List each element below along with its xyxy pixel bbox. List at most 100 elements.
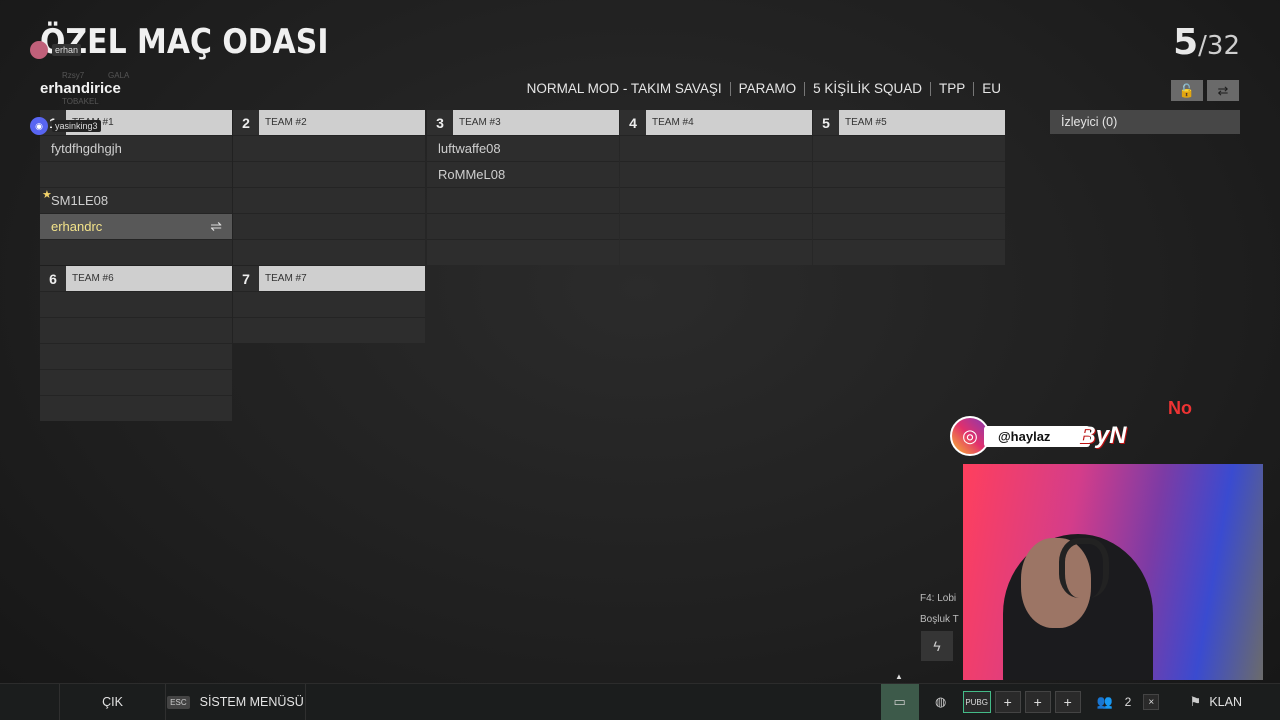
chat-hint-lobby: F4: Lobi [920,593,957,604]
team-slot[interactable] [233,161,425,187]
team-slot[interactable] [427,213,619,239]
team-slot[interactable] [620,213,812,239]
team-4: 4 TEAM #4 [620,110,812,265]
team-slot[interactable] [813,135,1005,161]
team-slot[interactable] [620,239,812,265]
esc-key: ESC [167,695,190,709]
player-name: erhandrc [51,219,103,234]
team-2: 2 TEAM #2 [233,110,425,265]
lock-open-icon: 🔓 [1178,82,1196,98]
player-name: SM1LE08 [51,193,109,208]
bottom-spacer [0,683,60,720]
chat-button[interactable]: ▭ [880,683,919,720]
team-slot[interactable] [40,291,232,317]
clan-icon[interactable]: ⚑ [1181,688,1209,716]
team-slot[interactable] [40,369,232,395]
team-name[interactable]: TEAM #2 [259,110,425,135]
team-slot[interactable]: RoMMeL08 [427,161,619,187]
discord-overlay: ◉ yasinking3 [30,117,101,135]
add-friend-slot-3[interactable]: + [1054,691,1081,713]
squad-label: 5 KİŞİLİK SQUAD [813,81,922,96]
team-slot-current-player[interactable]: erhandrc ⇌ [40,213,232,239]
discord-icon: ◉ [30,117,48,135]
team-slot[interactable] [813,161,1005,187]
spectator-slot[interactable]: İzleyici (0) [1050,110,1240,134]
team-slot[interactable] [233,291,425,317]
swap-button[interactable]: ⇄ [1207,80,1239,101]
team-3: 3 TEAM #3 luftwaffe08 RoMMeL08 [427,110,619,265]
team-slot[interactable]: ★ SM1LE08 [40,187,232,213]
clan-button[interactable]: KLAN [1209,695,1242,709]
team-name[interactable]: TEAM #6 [66,266,232,291]
team-name[interactable]: TEAM #5 [839,110,1005,135]
swap-icon[interactable]: ⇌ [210,218,222,235]
team-6: 6 TEAM #6 [40,266,232,421]
close-icon[interactable]: × [1143,694,1160,710]
team-slot[interactable] [233,135,425,161]
exit-button[interactable]: ÇIK [60,683,166,720]
add-friend-slot-2[interactable]: + [1024,691,1051,713]
webcam-feed [963,464,1263,680]
ghost-line-2: GALA [108,71,130,80]
team-slot[interactable] [813,239,1005,265]
team-slot[interactable] [620,161,812,187]
avatar [30,41,48,59]
leader-star-icon: ★ [42,189,52,201]
globe-icon: ◍ [934,694,947,709]
team-slot[interactable] [813,213,1005,239]
team-slot[interactable]: fytdfhgdhgjh [40,135,232,161]
player-counter: 5/32 [1173,22,1240,63]
discord-user: yasinking3 [52,120,101,132]
team-slot[interactable] [40,395,232,421]
team-number: 7 [233,266,259,291]
team-name[interactable]: TEAM #4 [646,110,812,135]
team-slot[interactable] [427,187,619,213]
counter-current: 5 [1173,22,1199,63]
team-slot[interactable] [427,239,619,265]
perspective-label: TPP [938,81,966,96]
friends-icon[interactable]: 👥 [1085,688,1125,716]
ghost-line-3: TOBAKEL [62,97,99,106]
chat-quick-button[interactable]: ϟ [921,631,953,661]
team-number: 6 [40,266,66,291]
team-slot[interactable] [40,161,232,187]
add-friend-slot-1[interactable]: + [994,691,1021,713]
team-number: 4 [620,110,646,135]
host-name: erhandirice [40,80,121,97]
team-slot[interactable] [233,187,425,213]
lightning-icon: ϟ [933,638,941,654]
region-label: EU [982,81,1001,96]
team-slot[interactable] [40,239,232,265]
team-5: 5 TEAM #5 [813,110,1005,265]
team-slot[interactable] [620,135,812,161]
overlay-user-tag: erhan [52,44,82,56]
system-menu-button[interactable]: ESC SİSTEM MENÜSÜ [166,683,306,720]
team-name[interactable]: TEAM #3 [453,110,619,135]
chat-icon: ▭ [893,694,906,709]
chat-hints: F4: Lobi Boşluk T [920,588,959,630]
bottom-bar: ÇIK ESC SİSTEM MENÜSÜ ▭ ◍ PUBG + + + 👥 2… [0,683,1280,720]
headphones [1059,538,1109,598]
stream-overlay-user: erhan [30,41,82,59]
team-slot[interactable] [233,317,425,343]
pubg-button[interactable]: PUBG [962,691,991,713]
team-slot[interactable] [620,187,812,213]
team-slot[interactable] [233,239,425,265]
profile-button[interactable]: ◍ [919,688,963,716]
match-settings: NORMAL MOD - TAKIM SAVAŞI PARAMO 5 KİŞİL… [527,81,1001,96]
team-name[interactable]: TEAM #7 [259,266,425,291]
team-slot[interactable] [40,343,232,369]
ghost-line-1: Rzsy7 [62,71,85,80]
team-slot[interactable] [40,317,232,343]
lock-button[interactable]: 🔓 [1171,80,1203,101]
team-slot[interactable] [233,213,425,239]
team-slot[interactable]: luftwaffe08 [427,135,619,161]
counter-total: /32 [1198,31,1240,61]
team-number: 2 [233,110,259,135]
team-slot[interactable] [813,187,1005,213]
caret-up-icon[interactable]: ▲ [895,672,903,681]
system-menu-label: SİSTEM MENÜSÜ [199,695,304,709]
mode-label: NORMAL MOD - TAKIM SAVAŞI [526,81,722,96]
friends-count: 2 [1124,695,1132,709]
instagram-handle: @haylaz [984,425,1091,447]
